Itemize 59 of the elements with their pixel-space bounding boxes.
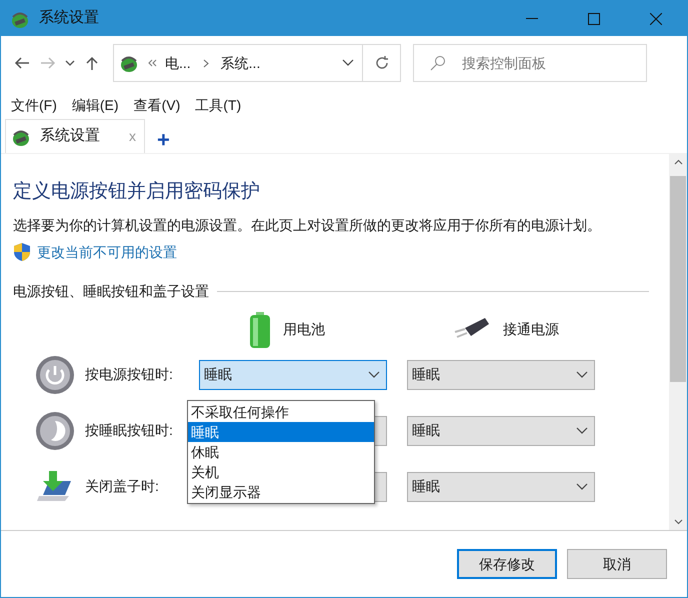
power-button-icon <box>35 354 75 394</box>
up-arrow-icon <box>84 56 100 70</box>
refresh-icon <box>374 55 390 71</box>
menu-item[interactable]: 工具(T) <box>195 94 242 116</box>
dropdown-option[interactable]: 不采取任何操作 <box>188 402 374 422</box>
search-field[interactable]: 搜索控制面板 <box>413 44 647 82</box>
dropdown[interactable]: 睡眠 <box>407 360 595 390</box>
dropdown[interactable]: 睡眠 <box>407 416 595 446</box>
maximize-icon <box>588 12 600 24</box>
menu-item[interactable]: 文件(F) <box>11 94 57 116</box>
chevron-down-icon <box>576 370 588 378</box>
dropdown-value: 睡眠 <box>412 421 441 440</box>
dropdown-option[interactable]: 关闭显示器 <box>188 482 374 502</box>
dropdown-option[interactable]: 休眠 <box>188 442 374 462</box>
column-header: 用电池 <box>283 320 325 339</box>
dialog-button[interactable]: 保存修改 <box>457 549 557 579</box>
dropdown[interactable]: 睡眠 <box>407 472 595 502</box>
moon-button-icon <box>35 410 75 450</box>
chevron-down-icon <box>65 60 75 66</box>
shield-icon <box>13 242 31 262</box>
description-text: 选择要为你的计算机设置的电源设置。在此页上对设置所做的更改将应用于你所有的电源计划。 <box>13 216 602 234</box>
breadcrumb[interactable]: 电... <box>165 52 191 74</box>
row-label: 按电源按钮时: <box>85 366 173 382</box>
new-tab-button[interactable]: + <box>157 129 170 151</box>
page-heading: 定义电源按钮并启用密码保护 <box>13 180 261 204</box>
tab[interactable]: 系统设置 x <box>5 119 145 153</box>
window-title: 系统设置 <box>39 8 99 28</box>
column-header: 接通电源 <box>503 320 559 339</box>
minimize-icon <box>526 18 538 20</box>
chevron-down-icon <box>368 370 380 378</box>
tab-label: 系统设置 <box>40 126 100 146</box>
dropdown-value: 睡眠 <box>204 365 233 384</box>
refresh-button[interactable] <box>363 44 401 82</box>
section-title: 电源按钮、睡眠按钮和盖子设置 <box>13 282 209 300</box>
breadcrumb[interactable]: 系统... <box>220 52 260 74</box>
close-icon <box>650 12 662 24</box>
scrollbar[interactable] <box>669 154 687 530</box>
row-label: 按睡眠按钮时: <box>85 422 173 438</box>
dropdown[interactable]: 睡眠 <box>199 360 387 390</box>
dropdown-value: 睡眠 <box>412 477 441 496</box>
address-dropdown-icon <box>342 59 354 67</box>
dialog-button[interactable]: 取消 <box>567 549 667 579</box>
row-label: 关闭盖子时: <box>85 478 159 494</box>
dropdown-option[interactable]: 关机 <box>188 462 374 482</box>
dropdown-value: 睡眠 <box>412 365 441 384</box>
search-icon <box>430 55 446 71</box>
forward-arrow-icon <box>40 56 56 70</box>
battery-icon <box>249 312 271 348</box>
overflow-chevron-icon <box>148 59 157 67</box>
chevron-down-icon <box>576 426 588 434</box>
chevron-down-icon <box>576 482 588 490</box>
scrollbar-thumb[interactable] <box>670 176 686 382</box>
menu-item[interactable]: 查看(V) <box>134 94 180 116</box>
breadcrumb-separator-icon <box>202 58 209 68</box>
back-arrow-icon <box>14 56 30 70</box>
dropdown-option[interactable]: 睡眠 <box>188 422 374 442</box>
settings-link[interactable]: 更改当前不可用的设置 <box>37 242 177 262</box>
menu-item[interactable]: 编辑(E) <box>72 94 119 116</box>
address-bar[interactable]: 电... 系统... <box>113 44 363 82</box>
